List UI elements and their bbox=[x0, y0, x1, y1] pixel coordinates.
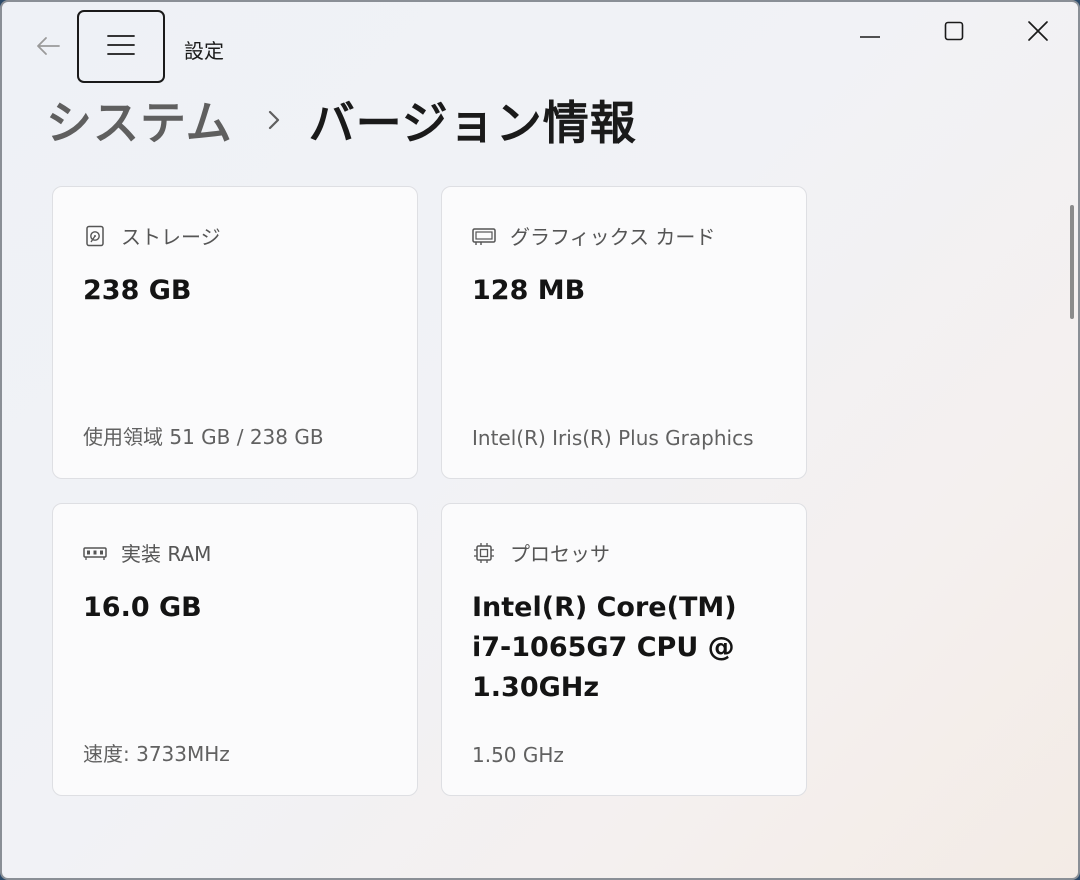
graphics-card-card: グラフィックス カード 128 MB Intel(R) Iris(R) Plus… bbox=[441, 186, 807, 479]
card-subtext: 速度: 3733MHz bbox=[83, 742, 230, 766]
card-label: プロセッサ bbox=[510, 542, 610, 566]
storage-card: ストレージ 238 GB 使用領域 51 GB / 238 GB bbox=[52, 186, 418, 479]
breadcrumb-parent-system[interactable]: システム bbox=[46, 87, 233, 153]
card-subtext: 使用領域 51 GB / 238 GB bbox=[83, 425, 324, 449]
vertical-scrollbar[interactable] bbox=[1070, 205, 1074, 319]
app-title: 設定 bbox=[184, 39, 224, 63]
memory-icon bbox=[83, 541, 107, 565]
maximize-button[interactable] bbox=[924, 12, 984, 54]
card-value: 238 GB bbox=[83, 275, 192, 306]
settings-window: 設定 システム バージョン情報 ストレージ 238 GB 使用領域 51 GB … bbox=[0, 0, 1080, 880]
close-button[interactable] bbox=[1008, 12, 1068, 54]
card-label: グラフィックス カード bbox=[510, 225, 716, 249]
card-subtext: Intel(R) Iris(R) Plus Graphics bbox=[472, 426, 754, 450]
chevron-right-icon bbox=[267, 109, 281, 131]
hamburger-icon bbox=[106, 34, 136, 60]
close-icon bbox=[1027, 20, 1049, 46]
processor-icon bbox=[472, 541, 496, 565]
card-header: 実装 RAM bbox=[83, 538, 211, 567]
ram-card: 実装 RAM 16.0 GB 速度: 3733MHz bbox=[52, 503, 418, 796]
card-header: ストレージ bbox=[83, 221, 221, 250]
minimize-icon bbox=[860, 24, 880, 43]
card-label: 実装 RAM bbox=[121, 542, 212, 566]
hard-drive-icon bbox=[83, 224, 107, 248]
card-subtext: 1.50 GHz bbox=[472, 743, 564, 767]
card-header: プロセッサ bbox=[472, 538, 610, 567]
page-title: バージョン情報 bbox=[308, 96, 637, 150]
card-value: 128 MB bbox=[472, 275, 586, 306]
card-header: グラフィックス カード bbox=[472, 221, 715, 250]
back-button[interactable] bbox=[28, 30, 68, 66]
card-label: ストレージ bbox=[121, 225, 221, 249]
back-arrow-icon bbox=[35, 35, 61, 61]
navigation-menu-button[interactable] bbox=[77, 10, 165, 83]
card-value: Intel(R) Core(TM) i7-1065G7 CPU @ 1.30GH… bbox=[472, 592, 737, 703]
breadcrumb: システム バージョン情報 bbox=[46, 88, 637, 152]
processor-card: プロセッサ Intel(R) Core(TM) i7-1065G7 CPU @ … bbox=[441, 503, 807, 796]
maximize-icon bbox=[944, 21, 964, 45]
card-value: 16.0 GB bbox=[83, 592, 202, 623]
minimize-button[interactable] bbox=[840, 12, 900, 54]
graphics-card-icon bbox=[472, 224, 496, 248]
